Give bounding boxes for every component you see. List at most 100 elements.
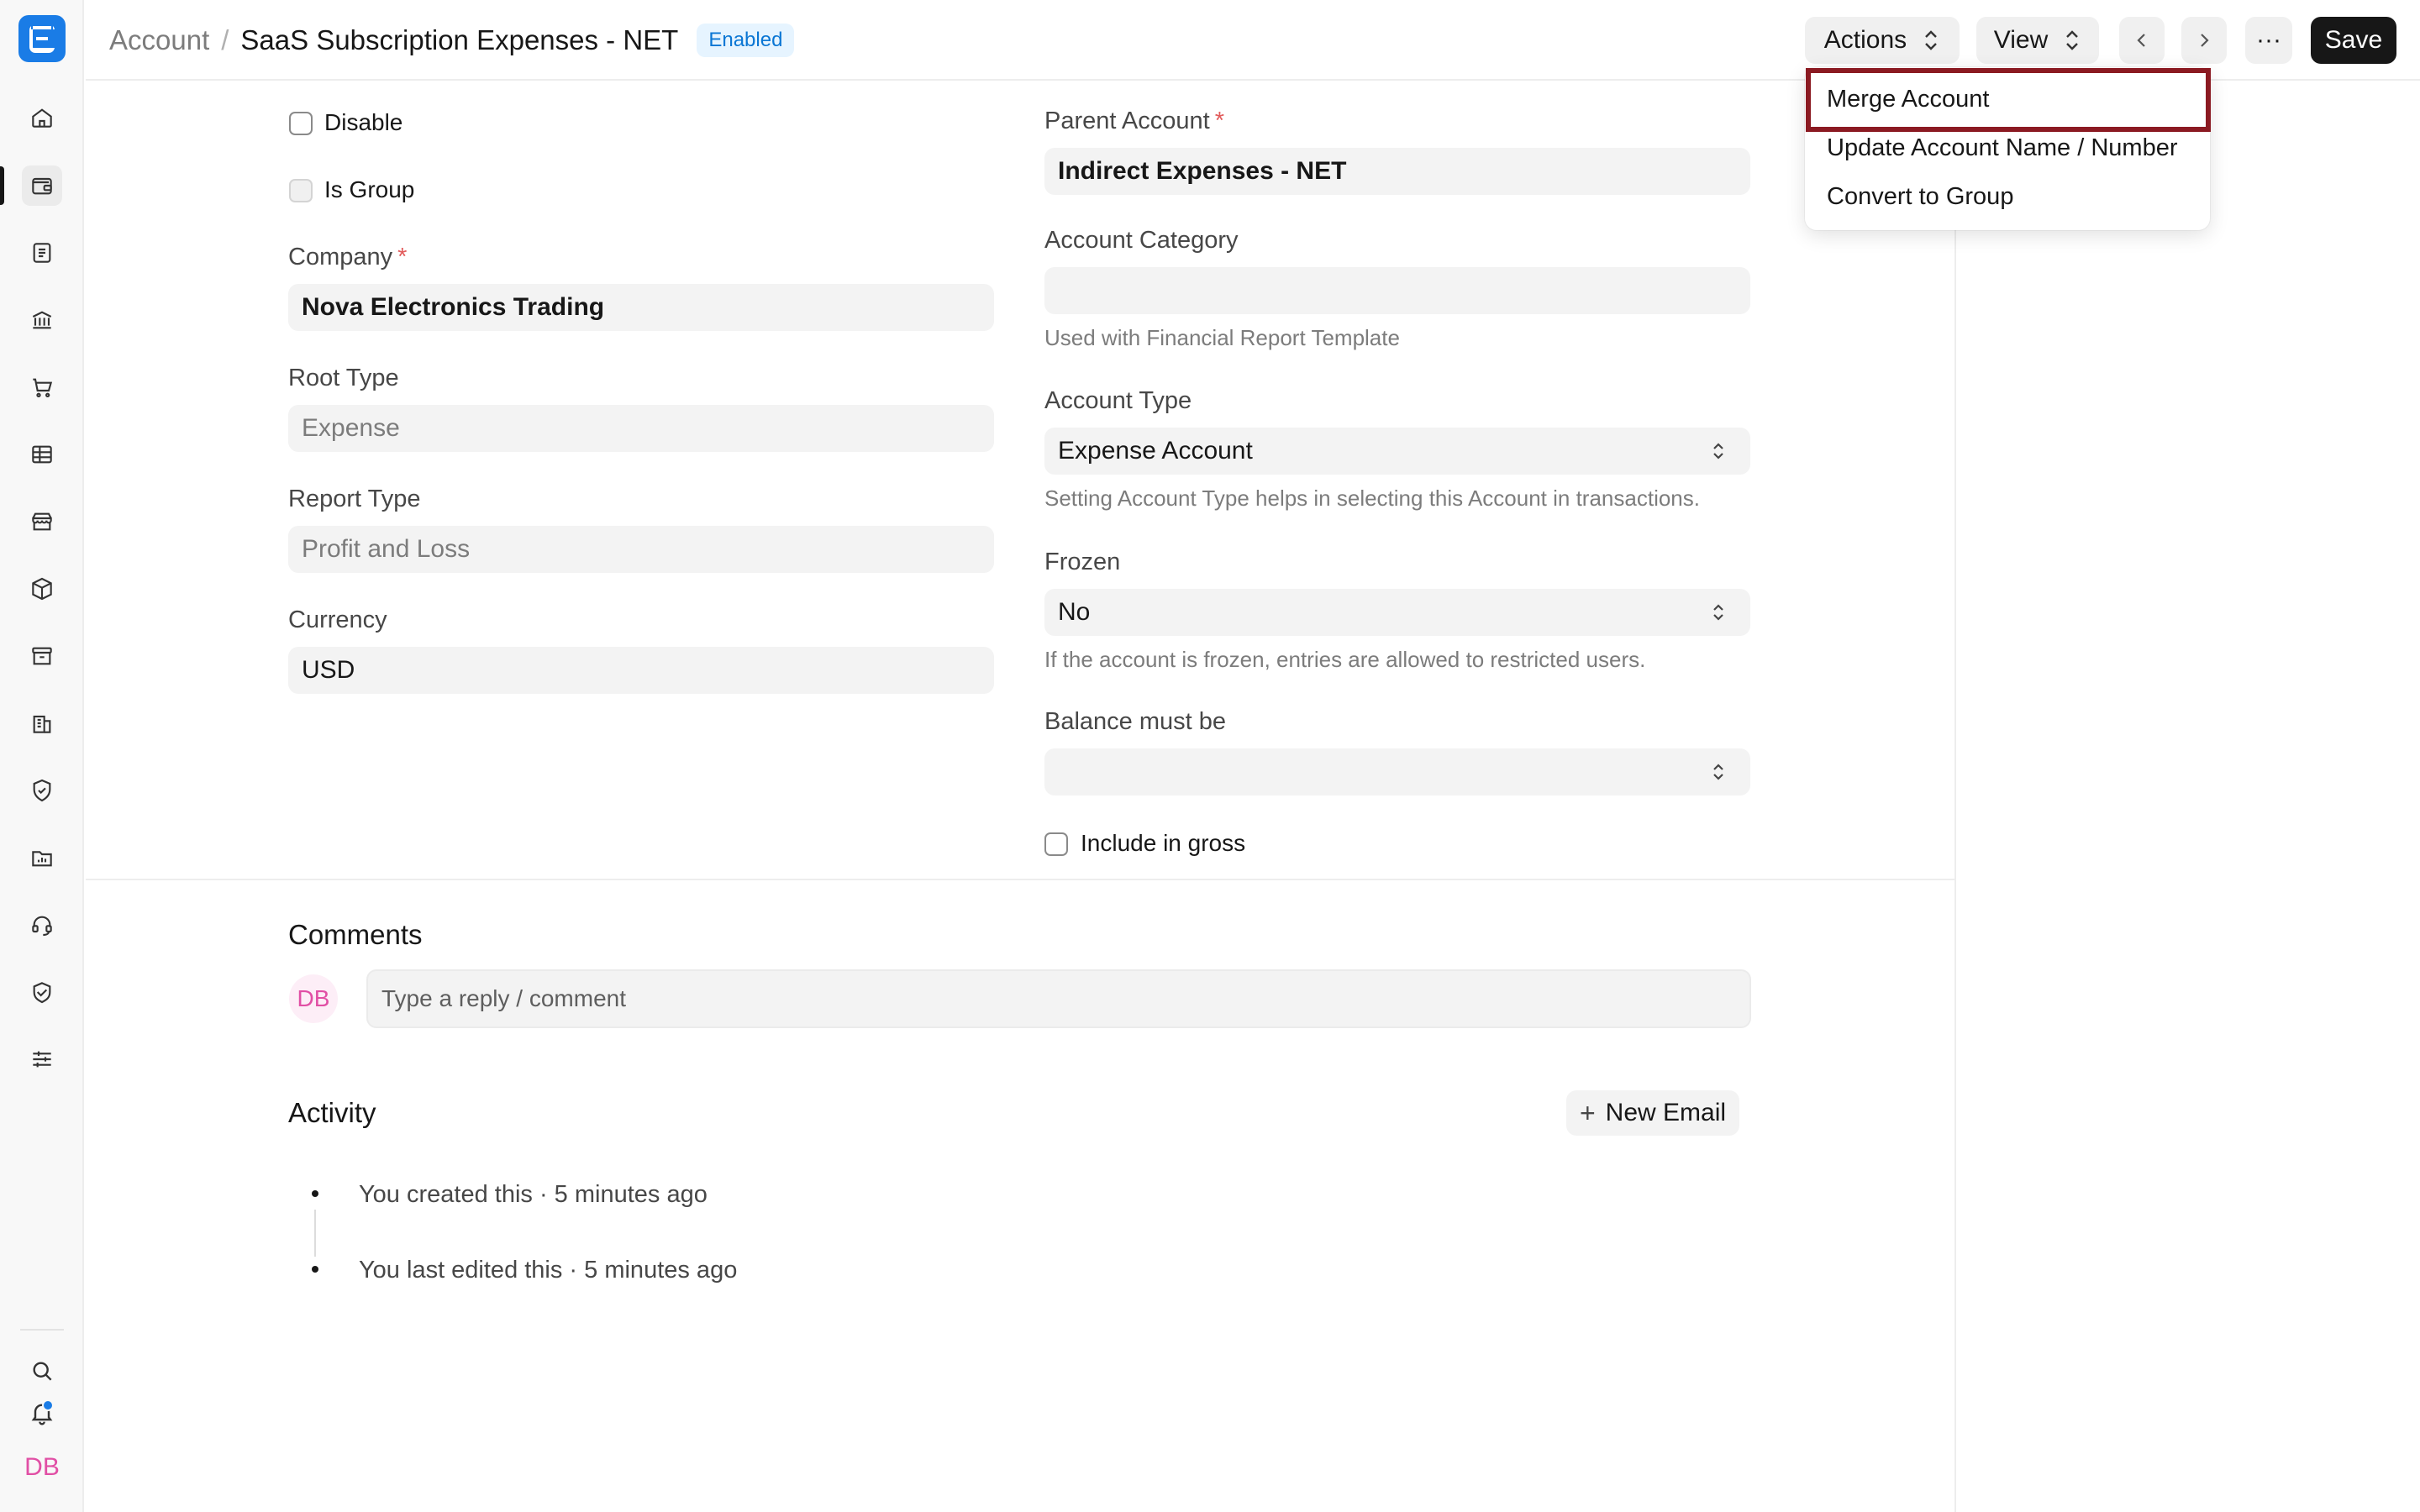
sidebar-item-support[interactable] [22,905,62,945]
folder-chart-icon [32,851,52,867]
app-logo[interactable] [18,15,66,62]
home-icon [32,108,52,128]
company-value: Nova Electronics Trading [302,293,605,321]
menu-item-update-account-name[interactable]: Update Account Name / Number [1827,134,2177,162]
sidebar-notifications-button[interactable] [22,1393,62,1433]
currency-value: USD [302,656,355,684]
is-group-label: Is Group [324,176,415,202]
logo-e-icon [29,24,55,53]
parent-account-label: Parent Account * [1044,108,1224,135]
breadcrumb: Account / SaaS Subscription Expenses - N… [109,24,795,57]
sidebar-item-banking[interactable] [22,300,62,340]
menu-item-merge-account[interactable]: Merge Account [1827,86,1989,113]
timeline-dot [312,1190,318,1197]
next-record-button[interactable] [2181,17,2227,64]
store-icon [32,512,52,531]
sidebar-separator [20,1329,64,1331]
company-label: Company * [288,244,407,271]
balance-must-be-label: Balance must be [1044,708,1227,735]
new-email-button[interactable]: + New Email [1566,1090,1739,1136]
activity-item-created: You created this · 5 minutes ago [359,1181,708,1208]
actions-dropdown-menu: Merge Account Update Account Name / Numb… [1805,67,2210,230]
view-button[interactable]: View [1976,17,2099,64]
sidebar-item-projects[interactable] [22,837,62,878]
report-type-value: Profit and Loss [302,535,471,563]
frozen-value: No [1058,598,1091,626]
parent-account-field[interactable]: Indirect Expenses - NET [1044,148,1750,195]
sidebar-item-selling[interactable] [22,501,62,542]
parent-account-label-text: Parent Account [1044,108,1210,134]
currency-field[interactable]: USD [288,647,994,694]
report-type-field: Profit and Loss [288,526,994,573]
chevron-updown-icon [1922,29,1940,52]
bank-icon [32,311,52,329]
report-type-label: Report Type [288,486,421,512]
frozen-label: Frozen [1044,549,1121,575]
sidebar: DB [0,0,84,1512]
sidebar-item-quality[interactable] [22,770,62,811]
parent-account-value: Indirect Expenses - NET [1058,157,1347,185]
more-icon: ··· [2256,26,2281,54]
sidebar-item-crm[interactable] [22,972,62,1012]
sidebar-item-settings[interactable] [22,1039,62,1079]
sidebar-active-indicator [0,166,4,205]
chevron-right-icon [2201,34,2209,47]
status-badge: Enabled [697,24,795,57]
box-icon [32,577,52,601]
breadcrumb-account-link[interactable]: Account [109,24,209,56]
comments-title: Comments [288,919,423,950]
save-button[interactable]: Save [2311,17,2396,64]
actions-button-label: Actions [1823,26,1907,54]
handshake-icon [33,982,51,1004]
include-in-gross-label: Include in gross [1081,830,1246,856]
timeline-dot [312,1266,318,1273]
sidebar-item-accounting[interactable] [22,165,62,206]
frozen-hint: If the account is frozen, entries are al… [1044,647,1646,672]
include-in-gross-checkbox[interactable] [1044,832,1068,856]
account-category-label: Account Category [1044,227,1239,254]
account-type-select[interactable]: Expense Account [1044,428,1750,475]
balance-must-be-select[interactable] [1044,748,1750,795]
account-type-hint: Setting Account Type helps in selecting … [1044,486,1700,511]
account-category-hint: Used with Financial Report Template [1044,325,1400,350]
sidebar-item-home[interactable] [22,97,62,138]
frozen-select[interactable]: No [1044,589,1750,636]
sidebar-item-stock[interactable] [22,569,62,609]
account-category-field[interactable] [1044,267,1750,314]
cart-icon [33,378,53,397]
chevron-updown-icon [1710,439,1727,470]
sidebar-item-reports[interactable] [22,434,62,475]
company-field[interactable]: Nova Electronics Trading [288,284,994,331]
actions-button[interactable]: Actions [1805,17,1960,64]
table-icon [32,445,52,464]
root-type-label: Root Type [288,365,399,391]
sidebar-item-assets[interactable] [22,636,62,676]
menu-item-convert-to-group[interactable]: Convert to Group [1827,183,2013,211]
timeline-line [314,1210,316,1257]
disable-checkbox[interactable] [289,112,313,135]
wallet-icon [32,177,52,195]
sidebar-item-buying[interactable] [22,367,62,407]
comment-placeholder: Type a reply / comment [381,985,627,1011]
disable-label: Disable [324,109,403,135]
sidebar-item-invoices[interactable] [22,233,62,273]
more-options-button[interactable]: ··· [2245,17,2292,64]
account-type-value: Expense Account [1058,437,1253,465]
sliders-icon [33,1051,51,1068]
required-mark: * [1214,108,1224,134]
root-type-field: Expense [288,405,994,452]
comment-input[interactable]: Type a reply / comment [366,969,1751,1028]
headset-icon [32,916,52,937]
shield-icon [33,779,51,802]
chevron-updown-icon [1710,760,1727,790]
previous-record-button[interactable] [2119,17,2165,64]
root-type-value: Expense [302,414,400,442]
activity-title: Activity [288,1097,376,1128]
page-title: SaaS Subscription Expenses - NET [240,24,679,55]
sidebar-search-button[interactable] [22,1351,62,1391]
archive-icon [32,647,52,665]
sidebar-item-manufacturing[interactable] [22,703,62,743]
section-divider [86,879,1956,880]
chevron-left-icon [2137,34,2145,47]
user-avatar[interactable]: DB [20,1448,64,1487]
